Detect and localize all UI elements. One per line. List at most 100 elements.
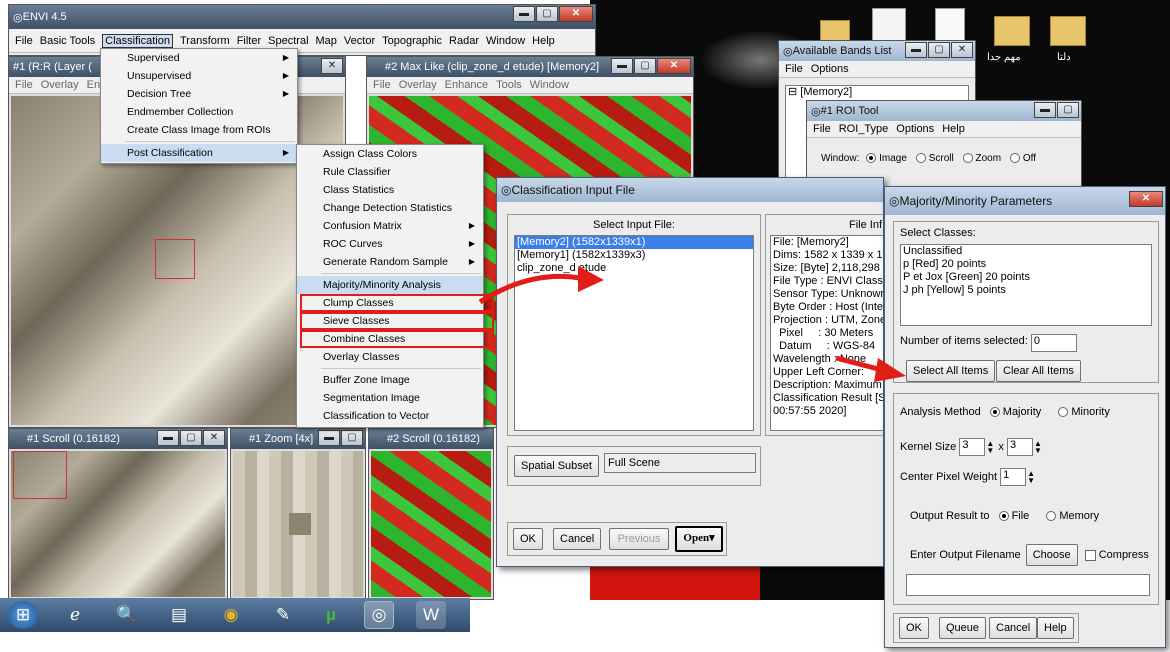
maximize-icon[interactable]: ▢ [634,58,656,74]
clear-all-button[interactable]: Clear All Items [996,360,1081,382]
close-icon[interactable]: ✕ [321,58,343,74]
menu-item-create-class-image[interactable]: Create Class Image from ROIs [101,121,297,139]
menu-basic-tools[interactable]: Basic Tools [40,35,95,47]
menu-item-random-sample[interactable]: Generate Random Sample ▶ [297,253,483,271]
list-item[interactable]: p [Red] 20 points [901,258,1151,271]
spinner-icon[interactable]: ▲ ▼ [1026,470,1036,485]
menu-item-change-detection[interactable]: Change Detection Statistics [297,199,483,217]
menu-item-class-statistics[interactable]: Class Statistics [297,181,483,199]
chrome-icon[interactable]: ◉ [216,601,246,629]
output-filename-input[interactable] [906,574,1150,596]
menu-item-unsupervised[interactable]: Unsupervised ▶ [101,67,297,85]
list-item[interactable]: Unclassified [901,245,1151,258]
menu-file[interactable]: File [15,79,33,91]
maximize-icon[interactable]: ▢ [1057,102,1079,118]
cancel-button[interactable]: Cancel [989,617,1038,639]
menu-enhance[interactable]: En [87,79,100,91]
menu-roi-type[interactable]: ROI_Type [839,123,889,135]
radio-scroll[interactable] [915,153,926,164]
menu-tools[interactable]: Tools [496,79,522,91]
minimize-icon[interactable]: ▬ [157,430,179,446]
scroll-image-view[interactable] [371,451,491,597]
internet-explorer-icon[interactable]: ℯ [60,601,90,629]
menu-vector[interactable]: Vector [344,35,375,47]
close-icon[interactable]: ✕ [951,42,973,58]
previous-button[interactable]: Previous [609,528,669,550]
menu-enhance[interactable]: Enhance [445,79,488,91]
menu-topographic[interactable]: Topographic [382,35,442,47]
folder-icon[interactable] [994,16,1030,46]
maximize-icon[interactable]: ▢ [180,430,202,446]
help-button[interactable]: Help [1037,617,1074,639]
menu-classification[interactable]: Classification [102,33,173,48]
menu-item-assign-class-colors[interactable]: Assign Class Colors [297,145,483,163]
menu-file[interactable]: File [373,79,391,91]
menu-item-rule-classifier[interactable]: Rule Classifier [297,163,483,181]
menu-options[interactable]: Options [896,123,934,135]
radio-file[interactable] [998,511,1009,522]
spinner-icon[interactable]: ▲ ▼ [1033,440,1043,455]
list-item[interactable]: [Memory2] (1582x1339x1) [515,236,753,249]
menu-item-overlay-classes[interactable]: Overlay Classes [297,348,483,366]
menu-overlay[interactable]: Overlay [41,79,79,91]
list-item[interactable]: P et Jox [Green] 20 points [901,271,1151,284]
list-item[interactable]: J ph [Yellow] 5 points [901,284,1151,297]
dialog-titlebar[interactable]: ◎ Majority/Minority Parameters ✕ [885,187,1165,215]
choose-button[interactable]: Choose [1025,544,1078,566]
open-button[interactable]: Open▾ [675,526,723,552]
maximize-icon[interactable]: ▢ [536,6,558,22]
scroll-window-1-titlebar[interactable]: #1 Scroll (0.16182) ▬ ▢ ✕ [9,429,227,449]
roi-titlebar[interactable]: ◎ #1 ROI Tool ▬ ▢ [807,101,1081,121]
dialog-titlebar[interactable]: ◎ Classification Input File [497,178,883,202]
close-icon[interactable]: ✕ [1129,191,1163,207]
minimize-icon[interactable]: ▬ [513,6,535,22]
folder-icon[interactable]: ▤ [164,601,194,629]
menu-item-supervised[interactable]: Supervised ▶ [101,49,297,67]
minimize-icon[interactable]: ▬ [318,430,340,446]
zoom-window-1-titlebar[interactable]: #1 Zoom [4x] ▬ ▢ [231,429,365,449]
menu-item-roc-curves[interactable]: ROC Curves ▶ [297,235,483,253]
menu-item-post-classification[interactable]: Post Classification ▶ [101,144,297,162]
spinner-icon[interactable]: ▲ ▼ [985,440,995,455]
menu-file[interactable]: File [813,123,831,135]
menu-file[interactable]: File [15,35,33,47]
envi-main-window[interactable]: ◎ ENVI 4.5 ▬ ▢ ✕ File Basic Tools Classifi… [8,4,596,56]
envi-icon[interactable]: ◎ [364,601,394,629]
scroll-window-1[interactable]: #1 Scroll (0.16182) ▬ ▢ ✕ [8,428,228,600]
scroll-window-2-titlebar[interactable]: #2 Scroll (0.16182) [369,429,493,449]
menu-map[interactable]: Map [316,35,337,47]
classification-input-dialog[interactable]: ◎ Classification Input File Select Input… [496,177,884,567]
menu-spectral[interactable]: Spectral [268,35,308,47]
cancel-button[interactable]: Cancel [553,528,602,550]
tree-item-memory2[interactable]: ⊟ [Memory2] [786,86,968,99]
minimize-icon[interactable]: ▬ [611,58,633,74]
class-list[interactable]: Unclassified p [Red] 20 points P et Jox … [900,244,1152,326]
menu-help[interactable]: Help [942,123,965,135]
start-orb-icon[interactable]: ⊞ [8,601,38,629]
menu-window[interactable]: Window [530,79,569,91]
radio-image[interactable] [866,153,877,164]
menu-radar[interactable]: Radar [449,35,479,47]
folder-icon[interactable] [1050,16,1086,46]
word-icon[interactable]: W [416,601,446,629]
search-icon[interactable]: 🔍 [112,601,142,629]
envi-titlebar[interactable]: ◎ ENVI 4.5 ▬ ▢ ✕ [9,5,595,29]
menu-item-segmentation-image[interactable]: Segmentation Image [297,389,483,407]
menu-item-buffer-zone[interactable]: Buffer Zone Image [297,371,483,389]
bands-titlebar[interactable]: ◎ Available Bands List ▬ ▢ ✕ [779,41,975,61]
close-icon[interactable]: ✕ [657,58,691,74]
radio-off[interactable] [1009,153,1020,164]
image-window-2-titlebar[interactable]: #2 Max Like (clip_zone_d etude) [Memory2… [367,57,693,77]
menu-item-confusion-matrix[interactable]: Confusion Matrix ▶ [297,217,483,235]
zoom-box-indicator[interactable] [155,239,195,279]
menu-overlay[interactable]: Overlay [399,79,437,91]
center-pixel-weight-input[interactable]: 1 [1000,468,1027,486]
scroll-window-2[interactable]: #2 Scroll (0.16182) [368,428,494,600]
menu-file[interactable]: File [785,63,803,75]
menu-item-decision-tree[interactable]: Decision Tree ▶ [101,85,297,103]
menu-item-classification-to-vector[interactable]: Classification to Vector [297,407,483,425]
majority-minority-dialog[interactable]: ◎ Majority/Minority Parameters ✕ Select … [884,186,1166,648]
queue-button[interactable]: Queue [939,617,987,639]
kernel-x-input[interactable]: 3 [959,438,986,456]
scroll-box-indicator[interactable] [13,451,67,499]
